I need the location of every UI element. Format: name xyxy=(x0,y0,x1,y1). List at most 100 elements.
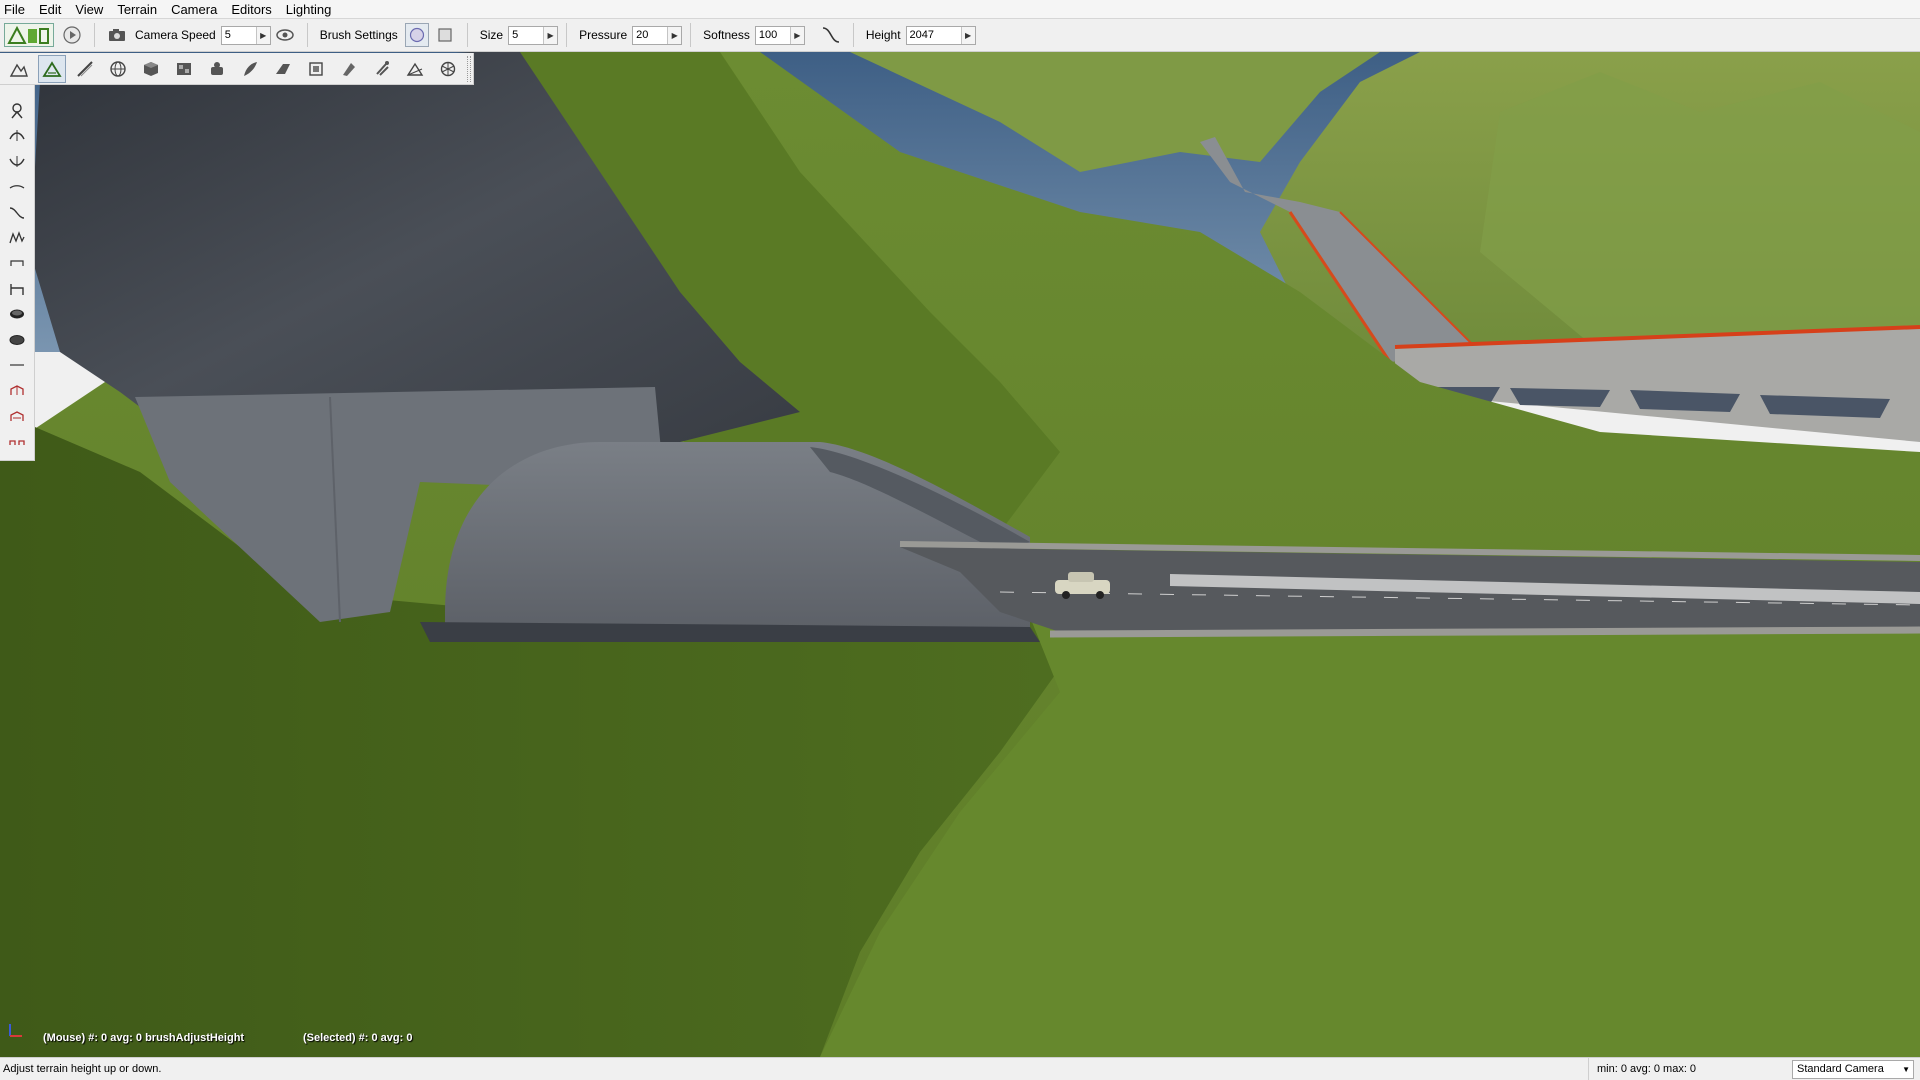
softness-label: Softness xyxy=(703,28,750,42)
size-arrow[interactable]: ▶ xyxy=(543,26,558,44)
empty-button[interactable] xyxy=(5,378,29,402)
terrain-scene[interactable] xyxy=(0,52,1920,1057)
empty-icon xyxy=(10,385,24,396)
brush-circle-button[interactable] xyxy=(404,23,429,47)
size-field[interactable]: ▶ xyxy=(508,25,559,45)
terrain-tools-toolbar xyxy=(0,53,474,85)
toolbar-separator xyxy=(566,23,568,47)
select-brush-icon xyxy=(11,103,23,119)
circle-brush-icon xyxy=(409,27,424,43)
raise-terrain-button[interactable] xyxy=(38,54,66,83)
paint-button[interactable] xyxy=(5,302,29,326)
brush-settings-label: Brush Settings xyxy=(319,28,398,42)
ramp-icon xyxy=(406,62,424,76)
menu-terrain[interactable]: Terrain xyxy=(110,0,164,19)
menu-edit[interactable]: Edit xyxy=(32,0,68,19)
object-button[interactable] xyxy=(203,55,231,83)
raise-height-button[interactable] xyxy=(5,124,29,148)
toolbar-grip[interactable] xyxy=(467,55,471,82)
status-bar: Adjust terrain height up or down. min: 0… xyxy=(0,1057,1920,1080)
visibility-button[interactable] xyxy=(273,23,297,47)
raise-terrain-icon xyxy=(42,60,62,77)
pressure-label: Pressure xyxy=(579,28,628,42)
brush-box-button[interactable] xyxy=(433,23,457,47)
chevron-down-icon: ▼ xyxy=(1902,1064,1910,1074)
road-curb-bottom xyxy=(1049,626,1920,638)
menu-editors[interactable]: Editors xyxy=(224,0,278,19)
mesh-road-icon xyxy=(343,62,355,76)
play-icon xyxy=(63,26,81,44)
forest-button[interactable] xyxy=(236,55,264,83)
3d-viewport[interactable]: (Mouse) #: 0 avg: 0 brushAdjustHeight (S… xyxy=(0,52,1920,1057)
play-button[interactable] xyxy=(60,23,84,47)
mouse-brush-info: (Mouse) #: 0 avg: 0 brushAdjustHeight xyxy=(43,1032,245,1044)
menu-lighting[interactable]: Lighting xyxy=(279,0,339,19)
camera-speed-input[interactable] xyxy=(221,26,256,44)
camera-speed-field[interactable]: ▶ xyxy=(220,25,271,45)
noise-button[interactable] xyxy=(5,226,29,250)
slope-icon xyxy=(9,206,25,219)
camera-button[interactable] xyxy=(105,23,129,47)
terrain-mode-button[interactable] xyxy=(5,55,33,83)
toolbar-separator xyxy=(852,23,854,47)
noise-icon xyxy=(9,231,25,244)
camera-select-value: Standard Camera xyxy=(1797,1063,1884,1075)
set-height-button[interactable] xyxy=(5,277,29,301)
smooth-button[interactable] xyxy=(5,175,29,199)
size-label: Size xyxy=(479,28,504,42)
height-field[interactable]: ▶ xyxy=(905,25,976,45)
softness-input[interactable] xyxy=(755,26,790,44)
brush-stamp-button[interactable] xyxy=(5,429,29,453)
erase-button[interactable] xyxy=(5,328,29,352)
brush-stamp-icon xyxy=(9,440,25,446)
size-input[interactable] xyxy=(509,26,544,44)
height-arrow[interactable]: ▶ xyxy=(960,26,975,44)
terrain-mode-icon xyxy=(9,63,28,77)
toolbar-separator xyxy=(690,23,692,47)
slope-button[interactable] xyxy=(5,201,29,225)
camera-select[interactable]: Standard Camera ▼ xyxy=(1792,1059,1914,1079)
navmesh-icon xyxy=(440,61,456,76)
softness-arrow[interactable]: ▶ xyxy=(789,26,804,44)
menu-file[interactable]: File xyxy=(0,0,32,19)
particle-button[interactable] xyxy=(368,55,396,83)
raise-height-icon xyxy=(9,130,25,142)
selected-brush-info: (Selected) #: 0 avg: 0 xyxy=(303,1032,413,1044)
globe-button[interactable] xyxy=(104,55,132,83)
softness-curve-button[interactable] xyxy=(819,23,843,47)
flatten-button[interactable] xyxy=(5,251,29,275)
status-stats: min: 0 avg: 0 max: 0 xyxy=(1588,1057,1788,1080)
mesh-road-button[interactable] xyxy=(335,55,363,83)
particle-icon xyxy=(376,60,389,76)
editor-logo-button[interactable] xyxy=(4,23,54,47)
terrain-brush-toolbar xyxy=(0,85,35,461)
box-brush-icon xyxy=(438,28,452,42)
clear-button[interactable] xyxy=(5,353,29,377)
ramp-button[interactable] xyxy=(401,55,429,83)
height-input[interactable] xyxy=(906,26,961,44)
pressure-field[interactable]: ▶ xyxy=(632,25,683,45)
lower-height-button[interactable] xyxy=(5,150,29,174)
paint-icon xyxy=(10,309,24,319)
fill-button[interactable] xyxy=(5,404,29,428)
menu-view[interactable]: View xyxy=(68,0,110,19)
pressure-arrow[interactable]: ▶ xyxy=(667,26,682,44)
main-toolbar: Camera Speed ▶ Brush Settings Size xyxy=(0,19,1920,52)
decal-button[interactable] xyxy=(302,55,330,83)
material-icon xyxy=(177,62,191,75)
forest-icon xyxy=(244,61,257,76)
select-brush-button[interactable] xyxy=(5,99,29,123)
menu-camera[interactable]: Camera xyxy=(164,0,224,19)
road-tool-button[interactable] xyxy=(71,55,99,83)
material-button[interactable] xyxy=(170,55,198,83)
camera-speed-arrow[interactable]: ▶ xyxy=(255,26,270,44)
axis-gizmo-icon xyxy=(6,1020,26,1043)
height-label: Height xyxy=(865,28,901,42)
river-icon xyxy=(276,63,290,74)
navmesh-button[interactable] xyxy=(434,55,462,83)
softness-field[interactable]: ▶ xyxy=(754,25,805,45)
pressure-input[interactable] xyxy=(633,26,668,44)
river-button[interactable] xyxy=(269,55,297,83)
camera-speed-label: Camera Speed xyxy=(135,28,216,42)
cube-button[interactable] xyxy=(137,55,165,83)
